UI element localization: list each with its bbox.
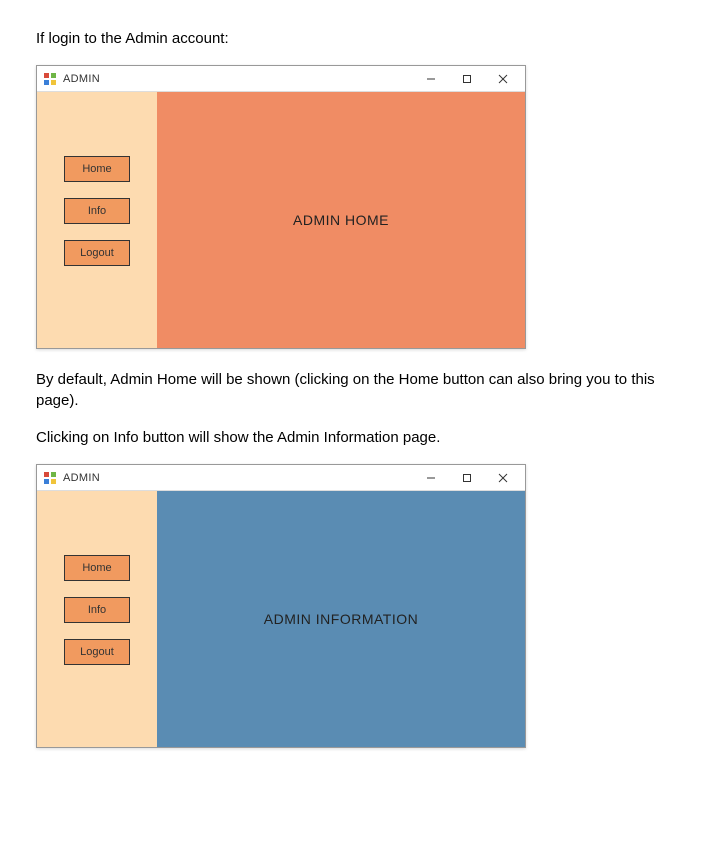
doc-mid-text-2: Clicking on Info button will show the Ad… — [36, 427, 667, 448]
logout-button[interactable]: Logout — [64, 639, 130, 665]
main-panel-home: ADMIN HOME — [157, 92, 525, 348]
window-controls — [413, 466, 521, 490]
sidebar: Home Info Logout — [37, 491, 157, 747]
title-bar: ADMIN — [37, 465, 525, 491]
minimize-button[interactable] — [413, 67, 449, 91]
info-button[interactable]: Info — [64, 597, 130, 623]
main-panel-info: ADMIN INFORMATION — [157, 491, 525, 747]
home-button[interactable]: Home — [64, 156, 130, 182]
admin-window-home: ADMIN Home Info Logout ADMIN HOME — [36, 65, 526, 349]
maximize-button[interactable] — [449, 67, 485, 91]
maximize-button[interactable] — [449, 466, 485, 490]
title-bar: ADMIN — [37, 66, 525, 92]
close-button[interactable] — [485, 67, 521, 91]
main-label: ADMIN INFORMATION — [264, 611, 418, 627]
logout-button[interactable]: Logout — [64, 240, 130, 266]
close-button[interactable] — [485, 466, 521, 490]
minimize-button[interactable] — [413, 466, 449, 490]
info-button[interactable]: Info — [64, 198, 130, 224]
window-controls — [413, 67, 521, 91]
app-icon — [43, 471, 57, 485]
doc-intro-text: If login to the Admin account: — [36, 28, 667, 49]
main-label: ADMIN HOME — [293, 212, 389, 228]
doc-mid-text-1: By default, Admin Home will be shown (cl… — [36, 369, 667, 411]
title-left: ADMIN — [43, 72, 100, 86]
title-left: ADMIN — [43, 471, 100, 485]
window-title: ADMIN — [63, 73, 100, 85]
admin-window-info: ADMIN Home Info Logout ADMIN INFORMATION — [36, 464, 526, 748]
app-body: Home Info Logout ADMIN INFORMATION — [37, 491, 525, 747]
app-icon — [43, 72, 57, 86]
sidebar: Home Info Logout — [37, 92, 157, 348]
home-button[interactable]: Home — [64, 555, 130, 581]
app-body: Home Info Logout ADMIN HOME — [37, 92, 525, 348]
window-title: ADMIN — [63, 472, 100, 484]
